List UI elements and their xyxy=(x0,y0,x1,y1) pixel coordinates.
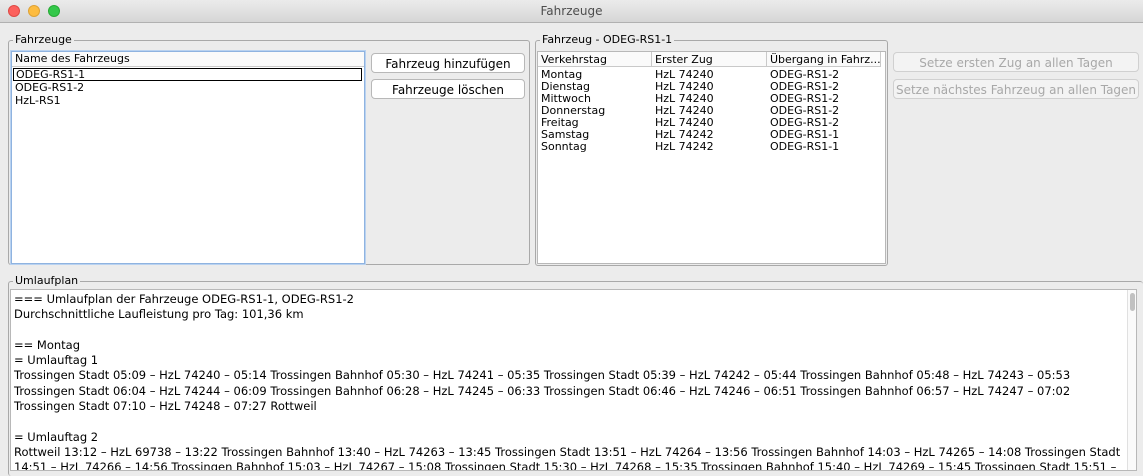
vehicle-list-item[interactable]: ODEG-RS1-2 xyxy=(12,81,364,94)
vehicle-days-table[interactable]: Verkehrstag Erster Zug Übergang in Fahrz… xyxy=(537,51,886,264)
plan-scrollbar-thumb[interactable] xyxy=(1130,293,1135,311)
window-title: Fahrzeuge xyxy=(540,4,603,18)
plan-text-line xyxy=(11,414,1136,429)
add-vehicle-button[interactable]: Fahrzeug hinzufügen xyxy=(371,53,525,73)
column-header-transfer[interactable]: Übergang in Fahrz... xyxy=(767,52,881,67)
vehicle-detail-legend: Fahrzeug - ODEG-RS1-1 xyxy=(540,33,675,47)
plan-legend: Umlaufplan xyxy=(13,274,81,288)
delete-vehicles-button[interactable]: Fahrzeuge löschen xyxy=(371,79,525,99)
set-first-train-button[interactable]: Setze ersten Zug an allen Tagen xyxy=(893,52,1139,72)
column-header-first-train[interactable]: Erster Zug xyxy=(652,52,767,67)
vehicle-detail-group: Fahrzeug - ODEG-RS1-1 Verkehrstag Erster… xyxy=(535,33,888,266)
vehicles-legend: Fahrzeuge xyxy=(13,33,74,47)
column-header-day[interactable]: Verkehrstag xyxy=(538,52,652,67)
plan-scrollbar[interactable] xyxy=(1127,290,1136,470)
plan-text-line: === Umlaufplan der Fahrzeuge ODEG-RS1-1,… xyxy=(14,292,354,306)
vehicle-list-header[interactable]: Name des Fahrzeugs xyxy=(12,52,364,67)
plan-text-line: Durchschnittliche Laufleistung pro Tag: … xyxy=(14,307,304,322)
title-bar: Fahrzeuge xyxy=(0,0,1143,23)
plan-text-line xyxy=(11,323,1136,338)
vehicles-group: Fahrzeuge Name des Fahrzeugs ODEG-RS1-1 O… xyxy=(8,33,530,265)
plan-text-line: Trossingen Stadt 06:04 – HzL 74244 – 06:… xyxy=(14,383,1071,398)
cell-day: Sonntag xyxy=(541,140,587,153)
plan-text-line: = Umlauftag 2 xyxy=(14,429,99,444)
cell-first-train: HzL 74242 xyxy=(655,140,714,153)
plan-text-line: == Montag xyxy=(14,337,81,352)
vehicle-list-item[interactable]: HzL-RS1 xyxy=(12,94,364,107)
plan-text-line: = Umlauftag 1 xyxy=(14,353,99,368)
table-row[interactable]: Sonntag HzL 74242 ODEG-RS1-1 xyxy=(538,141,885,153)
plan-text-area[interactable]: === Umlaufplan der Fahrzeuge ODEG-RS1-1,… xyxy=(10,289,1137,471)
cell-transfer: ODEG-RS1-1 xyxy=(770,140,840,153)
plan-text-line: Trossingen Stadt 05:09 – HzL 74240 – 05:… xyxy=(14,368,1071,383)
plan-text-line: Trossingen Stadt 07:10 – HzL 74248 – 07:… xyxy=(14,399,317,414)
plan-text-line: Rottweil 13:12 – HzL 69738 – 13:22 Tross… xyxy=(14,444,1121,459)
plan-text-line: 14:51 – HzL 74266 – 14:56 Trossingen Bah… xyxy=(14,460,1117,471)
set-next-vehicle-button[interactable]: Setze nächstes Fahrzeug an allen Tagen xyxy=(893,79,1139,99)
vehicle-list[interactable]: Name des Fahrzeugs ODEG-RS1-1 ODEG-RS1-2 H… xyxy=(11,51,365,264)
vehicle-list-item[interactable]: ODEG-RS1-1 xyxy=(13,68,362,81)
